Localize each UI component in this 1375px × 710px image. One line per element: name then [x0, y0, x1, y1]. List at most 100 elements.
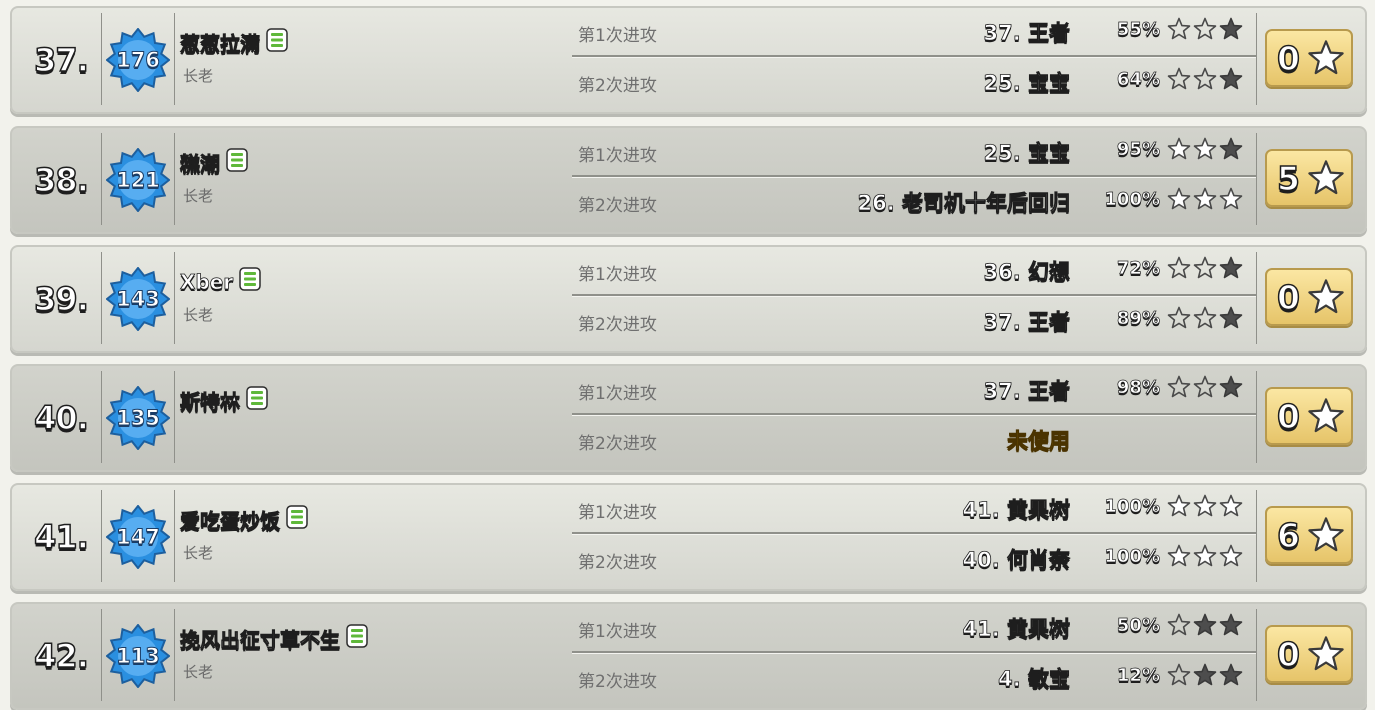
- town-hall-level-badge: 143: [106, 267, 170, 331]
- member-rank: 40.: [33, 398, 89, 438]
- star-icon: [1193, 663, 1217, 687]
- attack-stars: [1167, 494, 1243, 518]
- attack-entry[interactable]: 第2次进攻 25. 宝宝 64%: [570, 58, 1256, 108]
- divider: [174, 371, 175, 463]
- star-icon: [1219, 67, 1243, 91]
- star-icon: [1219, 137, 1243, 161]
- star-icon: [1219, 613, 1243, 637]
- attack-destruction-percent: 72%: [1116, 258, 1161, 280]
- total-stars-box: 5: [1265, 149, 1353, 207]
- attack-destruction-percent: 100%: [1104, 496, 1160, 518]
- total-stars-value: 6: [1276, 515, 1300, 556]
- attack-entry[interactable]: 第1次进攻 37. 王者 55%: [570, 8, 1256, 58]
- member-row[interactable]: 41. 147 爱吃蛋炒饭 长老 第1次进攻 41. 黄果树 100% 第2次进攻 40. 何肖…: [10, 483, 1367, 591]
- star-icon: [1193, 17, 1217, 41]
- divider: [1256, 371, 1257, 463]
- attack-destruction-percent: 100%: [1104, 189, 1160, 211]
- member-name-group[interactable]: 挽风出征寸草不生: [180, 624, 368, 653]
- member-row[interactable]: 39. 143 Xber 长老 第1次进攻 36. 幻想 72% 第2次进攻 37. 王者 89%…: [10, 245, 1367, 353]
- town-hall-level-badge: 147: [106, 505, 170, 569]
- attack-label: 第2次进攻: [578, 672, 657, 692]
- star-icon: [1193, 306, 1217, 330]
- green-list-icon[interactable]: [346, 624, 368, 653]
- town-hall-level-badge: 135: [106, 386, 170, 450]
- attack-label: 第2次进攻: [578, 196, 657, 216]
- attack-entry[interactable]: 第2次进攻 26. 老司机十年后回归 100%: [570, 178, 1256, 228]
- town-hall-level-badge: 176: [106, 28, 170, 92]
- attack-target: 25. 宝宝: [983, 141, 1070, 166]
- divider: [174, 609, 175, 701]
- total-stars-box: 0: [1265, 268, 1353, 326]
- star-icon: [1167, 494, 1191, 518]
- divider: [101, 490, 102, 582]
- attack-target: 37. 王者: [983, 310, 1070, 335]
- attack-label: 第1次进攻: [578, 146, 657, 166]
- divider: [174, 490, 175, 582]
- green-list-icon[interactable]: [286, 505, 308, 534]
- attack-entry[interactable]: 第2次进攻 40. 何肖奈 100%: [570, 535, 1256, 585]
- star-icon: [1219, 663, 1243, 687]
- member-role: 长老: [183, 67, 214, 85]
- attack-label: 第1次进攻: [578, 265, 657, 285]
- total-stars-box: 0: [1265, 625, 1353, 683]
- star-icon: [1193, 256, 1217, 280]
- war-member-list[interactable]: 37. 176 葱葱拉满 长老 第1次进攻 37. 王者 55% 第2次进攻 25. 宝宝 64%…: [0, 0, 1375, 710]
- attack-destruction-percent: 55%: [1116, 19, 1161, 41]
- attack-entry[interactable]: 第1次进攻 36. 幻想 72%: [570, 247, 1256, 297]
- attack-label: 第2次进攻: [578, 76, 657, 96]
- attack-stars: [1167, 544, 1243, 568]
- attack-entry[interactable]: 第2次进攻 4. 敏宝 12%: [570, 654, 1256, 704]
- attack-entry[interactable]: 第2次进攻 37. 王者 89%: [570, 297, 1256, 347]
- divider: [174, 133, 175, 225]
- divider: [1256, 609, 1257, 701]
- member-name-group[interactable]: Xber: [180, 267, 261, 296]
- divider: [1256, 13, 1257, 105]
- attack-label: 第1次进攻: [578, 26, 657, 46]
- member-row[interactable]: 40. 135 斯特林 第1次进攻 37. 王者 98% 第2次进攻 未使用 0: [10, 364, 1367, 472]
- green-list-icon[interactable]: [266, 28, 288, 57]
- star-icon: [1167, 67, 1191, 91]
- star-icon: [1219, 187, 1243, 211]
- star-icon: [1167, 256, 1191, 280]
- member-name-group[interactable]: 葱葱拉满: [180, 28, 288, 57]
- attack-target: 37. 王者: [983, 21, 1070, 46]
- member-level: 113: [116, 644, 161, 669]
- star-icon: [1219, 544, 1243, 568]
- member-row[interactable]: 42. 113 挽风出征寸草不生 长老 第1次进攻 41. 黄果树 50% 第2次进攻 4. 敏…: [10, 602, 1367, 710]
- attacks-panel: 第1次进攻 41. 黄果树 50% 第2次进攻 4. 敏宝 12%: [570, 604, 1256, 708]
- star-icon: [1308, 279, 1344, 314]
- attack-entry[interactable]: 第1次进攻 41. 黄果树 50%: [570, 604, 1256, 654]
- attack-entry[interactable]: 第1次进攻 41. 黄果树 100%: [570, 485, 1256, 535]
- divider: [101, 133, 102, 225]
- star-icon: [1219, 306, 1243, 330]
- attack-stars: [1167, 187, 1243, 211]
- attacks-panel: 第1次进攻 37. 王者 98% 第2次进攻 未使用: [570, 366, 1256, 470]
- member-rank: 39.: [33, 279, 89, 319]
- attack-entry[interactable]: 第1次进攻 37. 王者 98%: [570, 366, 1256, 416]
- attack-destruction-percent: 98%: [1116, 377, 1161, 399]
- star-icon: [1308, 40, 1344, 75]
- divider: [1256, 490, 1257, 582]
- member-row[interactable]: 37. 176 葱葱拉满 长老 第1次进攻 37. 王者 55% 第2次进攻 25. 宝宝 64%…: [10, 6, 1367, 114]
- star-icon: [1193, 494, 1217, 518]
- green-list-icon[interactable]: [239, 267, 261, 296]
- member-name-group[interactable]: 糕潮: [180, 148, 248, 177]
- star-icon: [1193, 613, 1217, 637]
- star-icon: [1193, 544, 1217, 568]
- star-icon: [1308, 398, 1344, 433]
- star-icon: [1308, 517, 1344, 552]
- attack-target: 4. 敏宝: [998, 667, 1071, 692]
- member-name-group[interactable]: 爱吃蛋炒饭: [180, 505, 308, 534]
- attack-target: 41. 黄果树: [962, 498, 1070, 523]
- attack-label: 第2次进攻: [578, 434, 657, 454]
- divider: [101, 13, 102, 105]
- green-list-icon[interactable]: [226, 148, 248, 177]
- green-list-icon[interactable]: [246, 386, 268, 415]
- member-row[interactable]: 38. 121 糕潮 长老 第1次进攻 25. 宝宝 95% 第2次进攻 26. 老司机十年后回…: [10, 126, 1367, 234]
- star-icon: [1167, 613, 1191, 637]
- total-stars-value: 0: [1276, 38, 1300, 79]
- attack-entry[interactable]: 第2次进攻 未使用: [570, 416, 1256, 466]
- star-icon: [1219, 256, 1243, 280]
- attack-entry[interactable]: 第1次进攻 25. 宝宝 95%: [570, 128, 1256, 178]
- member-name-group[interactable]: 斯特林: [180, 386, 268, 415]
